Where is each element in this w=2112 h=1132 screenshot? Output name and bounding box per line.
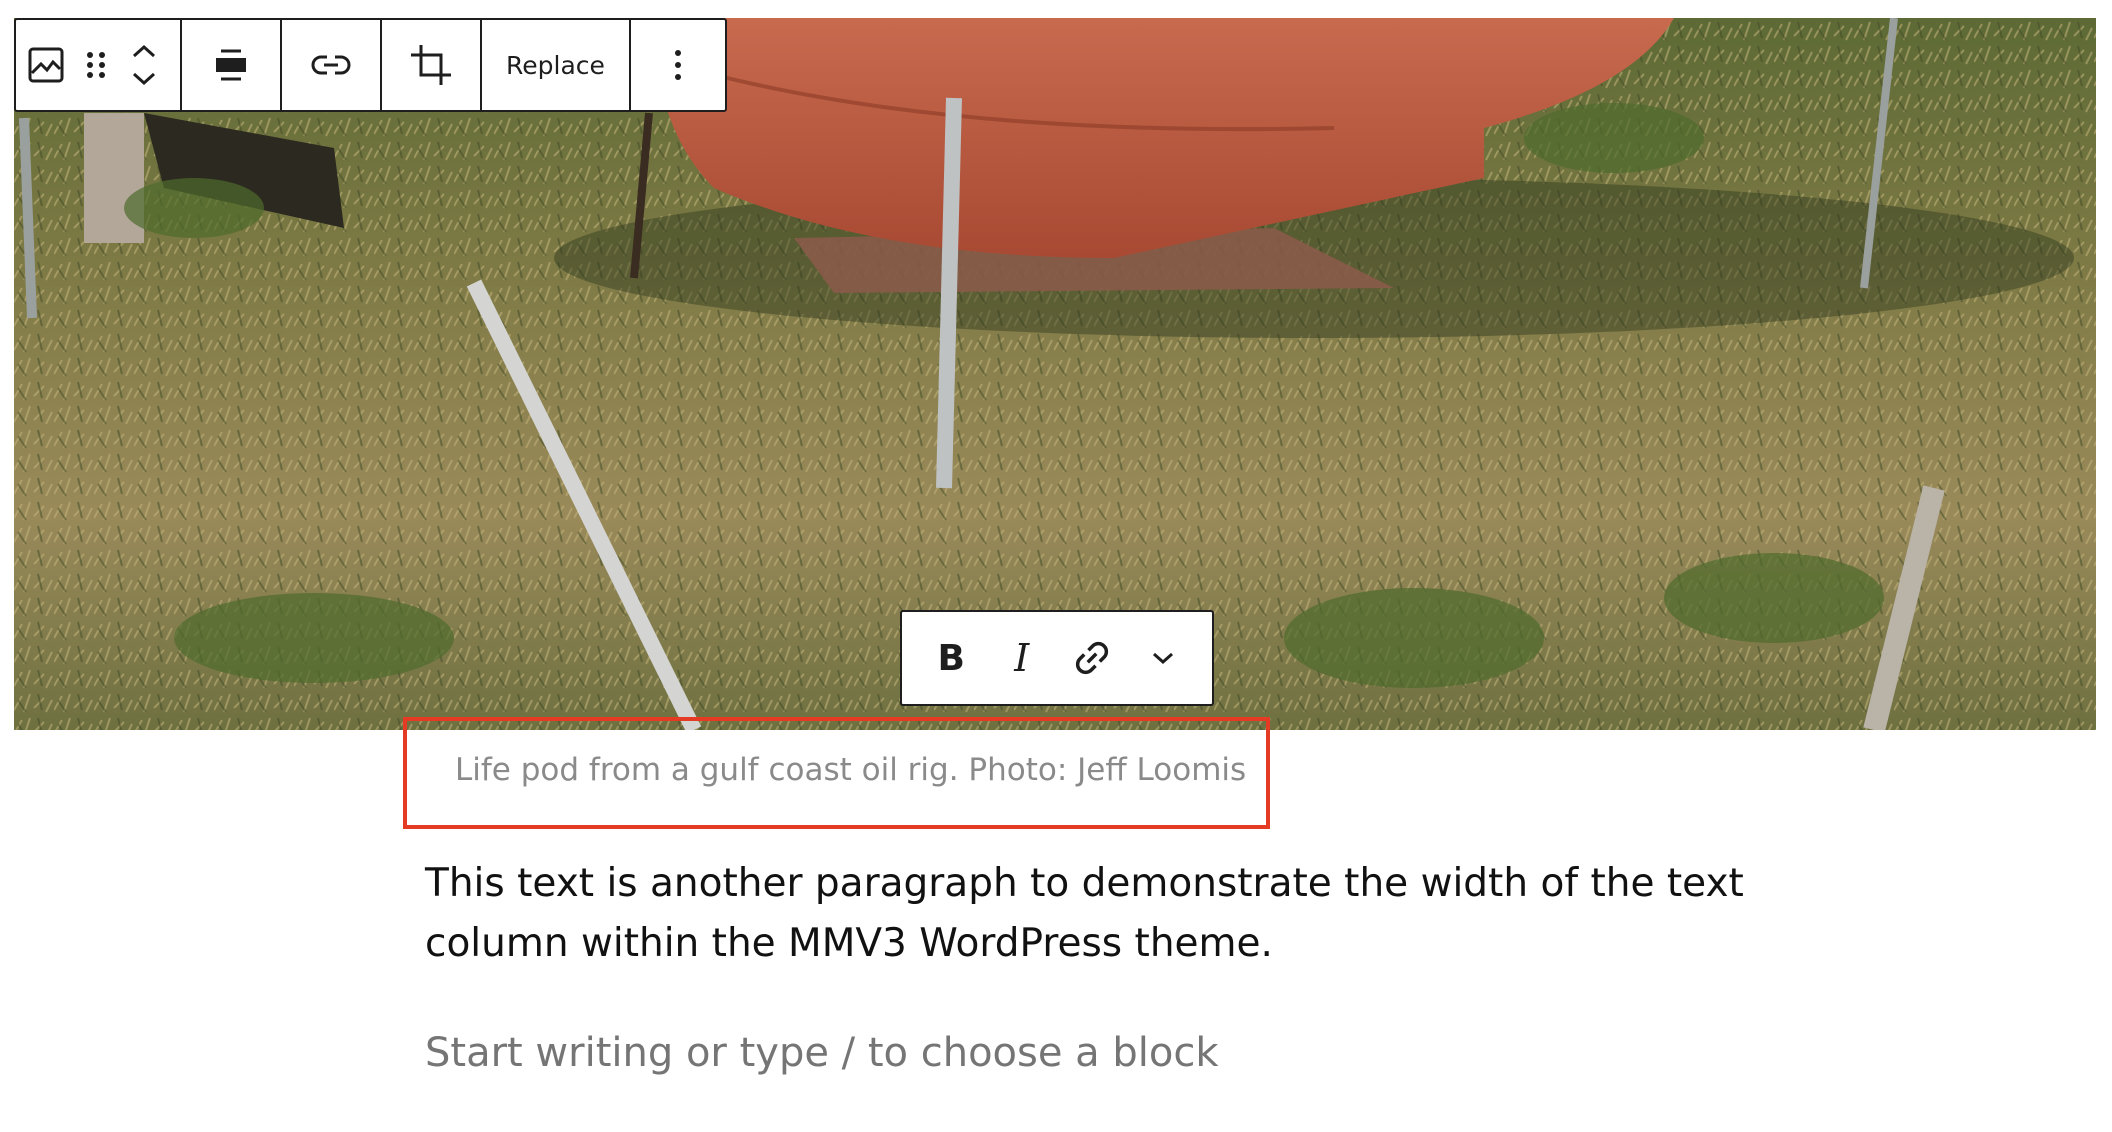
block-switcher-group (16, 20, 182, 110)
image-icon (28, 47, 64, 83)
align-button[interactable] (182, 20, 280, 110)
caption-link-button[interactable] (1063, 629, 1121, 687)
bold-button[interactable]: B (922, 629, 980, 687)
align-center-icon (216, 49, 246, 81)
insert-link-button[interactable] (282, 20, 380, 110)
options-group (631, 20, 725, 110)
bold-label: B (937, 637, 965, 679)
chevron-up-icon[interactable] (130, 43, 158, 59)
link-icon (311, 55, 351, 75)
replace-group: Replace (482, 20, 631, 110)
caption-format-toolbar: B I (900, 610, 1214, 706)
replace-label: Replace (506, 50, 605, 80)
default-block-appender[interactable]: Start writing or type / to choose a bloc… (425, 1030, 1625, 1076)
block-type-button[interactable] (16, 20, 76, 110)
italic-label: I (1014, 636, 1030, 680)
link-group (282, 20, 382, 110)
crop-button[interactable] (382, 20, 480, 110)
crop-group (382, 20, 482, 110)
more-formatting-button[interactable] (1134, 629, 1192, 687)
image-caption[interactable]: Life pod from a gulf coast oil rig. Phot… (455, 752, 1255, 788)
replace-button[interactable]: Replace (482, 20, 629, 110)
link-icon (1076, 641, 1109, 675)
block-movers (116, 20, 172, 110)
more-options-icon (674, 50, 681, 80)
alignment-group (182, 20, 282, 110)
drag-handle-button[interactable] (76, 20, 116, 110)
more-options-button[interactable] (631, 20, 725, 110)
drag-handle-icon (87, 52, 105, 78)
image-block-toolbar: Replace (14, 18, 727, 112)
chevron-down-icon[interactable] (130, 71, 158, 87)
paragraph-block[interactable]: This text is another paragraph to demons… (425, 854, 1765, 974)
chevron-down-icon (1152, 652, 1173, 665)
italic-button[interactable]: I (993, 629, 1051, 687)
crop-icon (411, 45, 451, 85)
